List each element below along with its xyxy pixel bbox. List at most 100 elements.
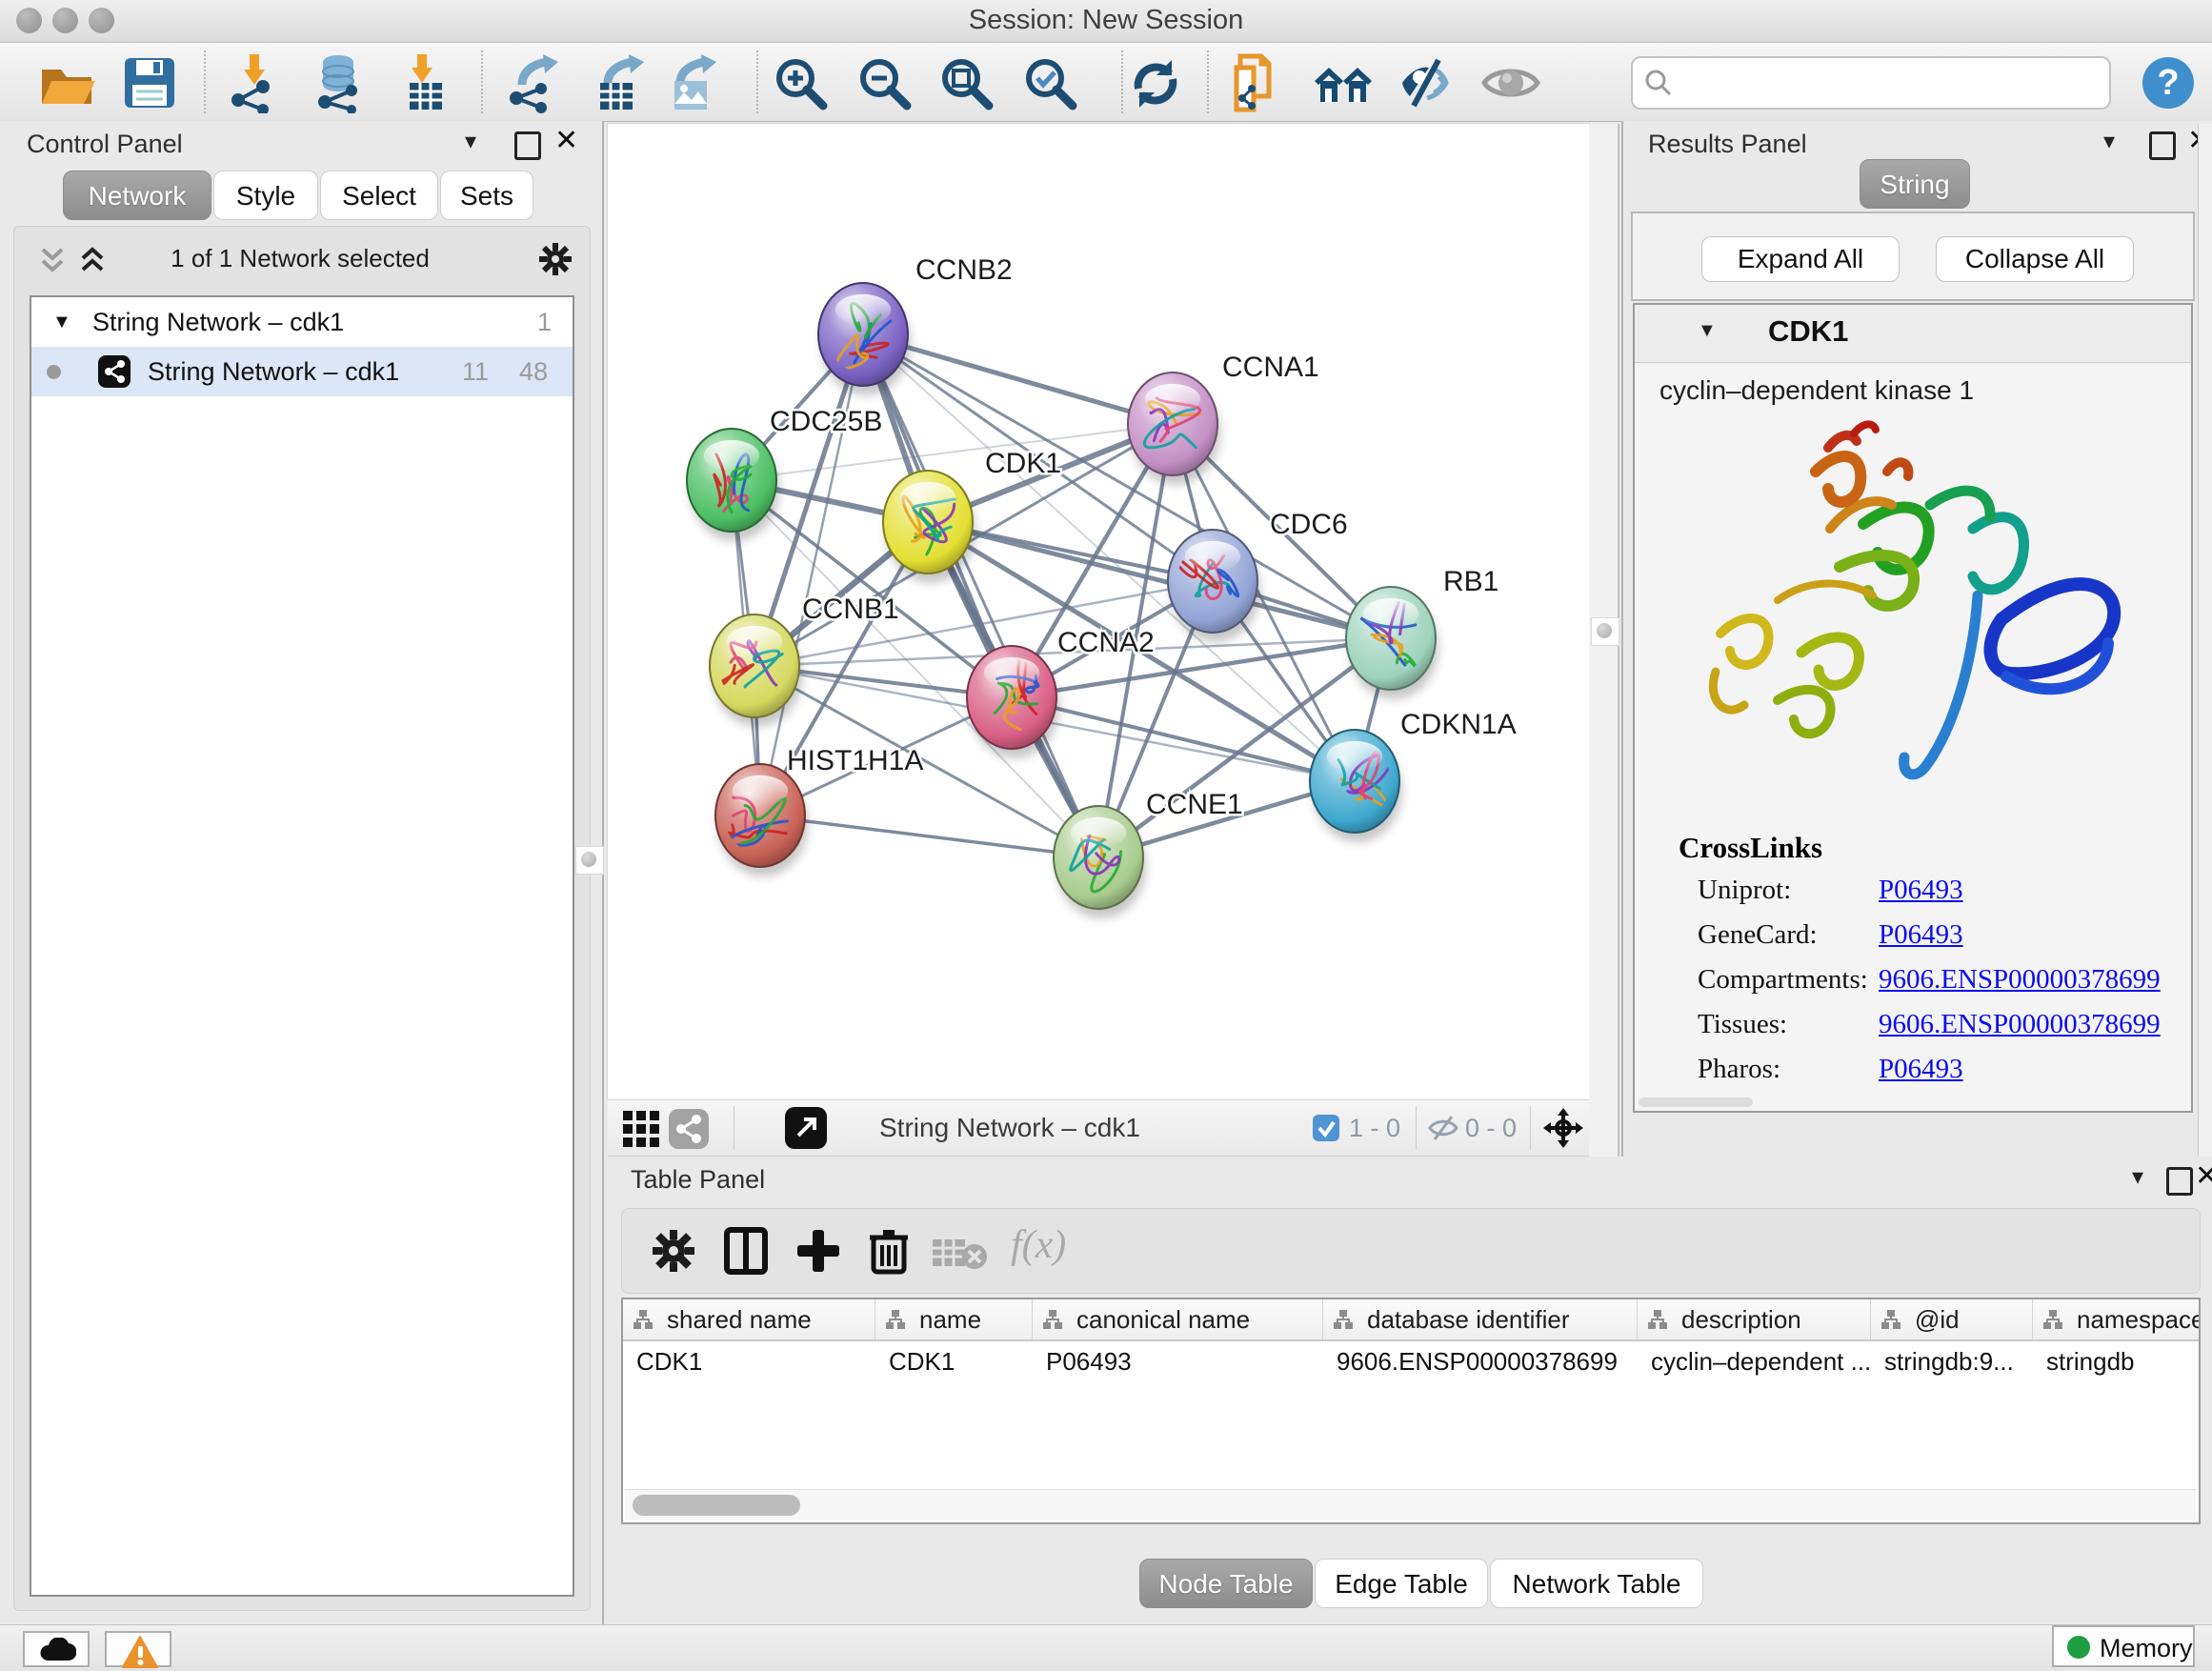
table-cell[interactable]: stringdb [2033,1341,2201,1381]
crosslink-value-link[interactable]: P06493 [1879,875,1963,906]
panel-menu-caret-icon[interactable]: ▾ [465,128,476,155]
search-input[interactable] [1631,56,2111,110]
network-node-CCNB2[interactable] [818,283,908,386]
column-header-description[interactable]: description [1638,1299,1871,1339]
network-share-icon[interactable] [669,1109,709,1149]
delete-column-trash-icon[interactable] [864,1226,914,1276]
table-cell[interactable]: cyclin–dependent ... [1638,1341,1871,1381]
table-hscrollbar-thumb[interactable] [633,1495,800,1516]
export-network-file-icon[interactable] [503,52,564,113]
right-splitter-handle[interactable] [1591,617,1619,646]
table-hscrollbar[interactable] [625,1489,2197,1520]
cloud-status-button[interactable] [23,1631,90,1667]
results-controls-box: Expand All Collapse All [1631,211,2195,301]
network-node-CDC25B[interactable] [687,429,776,532]
network-collection-row[interactable]: ▼ String Network – cdk1 1 [31,297,573,347]
table-cell[interactable]: CDK1 [875,1341,1033,1381]
zoom-selected-icon[interactable] [1019,52,1080,113]
network-node-CCNA2[interactable] [967,646,1056,749]
window-title: Session: New Session [0,5,2212,36]
zoom-in-icon[interactable] [770,52,831,113]
show-all-eye-icon[interactable] [1480,52,1541,113]
expand-all-button[interactable]: Expand All [1701,236,1900,282]
column-header-namespace[interactable]: namespace [2033,1299,2201,1339]
open-session-button[interactable] [36,52,97,113]
column-header-canonicalname[interactable]: canonical name [1033,1299,1323,1339]
import-network-database-icon[interactable] [310,52,371,113]
table-row[interactable]: CDK1CDK1P064939606.ENSP00000378699cyclin… [623,1341,2201,1381]
control-panel-title: Control Panel [27,130,183,159]
network-node-CDKN1A[interactable] [1310,730,1399,833]
network-node-CCNA1[interactable] [1128,372,1217,475]
gene-card-header[interactable]: ▼ CDK1 [1635,305,2191,363]
memory-button[interactable]: Memory [2052,1625,2195,1667]
panel-menu-caret-icon[interactable]: ▾ [2132,1163,2143,1191]
table-cell[interactable]: stringdb:9... [1871,1341,2033,1381]
node-table[interactable]: shared namenamecanonical namedatabase id… [621,1298,2201,1524]
show-columns-icon[interactable] [721,1226,771,1276]
tab-select[interactable]: Select [320,171,438,220]
column-header-id[interactable]: @id [1871,1299,2033,1339]
table-cell[interactable]: P06493 [1033,1341,1323,1381]
tree-expand-caret-icon[interactable]: ▼ [52,297,71,347]
column-header-databaseidentifier[interactable]: database identifier [1323,1299,1638,1339]
crosslink-value-link[interactable]: 9606.ENSP00000378699 [1879,1009,2161,1040]
open-in-window-icon[interactable] [785,1107,827,1149]
tab-edge-table[interactable]: Edge Table [1315,1559,1488,1608]
network-row-selected[interactable]: String Network – cdk1 11 48 [31,347,573,396]
table-cell[interactable]: CDK1 [623,1341,875,1381]
network-node-HIST1H1A[interactable] [715,764,805,867]
import-network-file-icon[interactable] [225,52,286,113]
network-node-CDC6[interactable] [1168,530,1257,633]
network-node-CDK1[interactable] [883,471,973,574]
import-table-file-icon[interactable] [394,52,455,113]
panel-close-icon[interactable]: ✕ [554,124,578,157]
collapse-all-networks-icon[interactable] [35,244,70,278]
add-column-plus-icon[interactable] [794,1226,843,1276]
column-header-name[interactable]: name [875,1299,1033,1339]
selected-checkbox-icon[interactable] [1313,1115,1339,1141]
hide-selected-eye-slash-icon[interactable] [1397,52,1458,113]
results-panel-title: Results Panel [1648,130,1807,159]
export-image-icon[interactable] [661,52,722,113]
help-button[interactable]: ? [2140,54,2201,115]
network-node-RB1[interactable] [1346,587,1436,690]
tab-node-table[interactable]: Node Table [1139,1559,1313,1608]
network-options-gear-icon[interactable] [536,240,574,278]
zoom-out-icon[interactable] [854,52,915,113]
network-view-canvas[interactable]: CCNB2CCNA1CDC25BCDK1CDC6RB1CCNB1CCNA2CDK… [608,124,1589,1099]
save-session-button[interactable] [119,52,180,113]
zoom-fit-icon[interactable] [935,52,996,113]
column-header-sharedname[interactable]: shared name [623,1299,875,1339]
refresh-icon[interactable] [1125,52,1186,113]
table-settings-gear-icon[interactable] [649,1226,698,1276]
network-label: String Network – cdk1 [148,347,399,396]
crosslink-value-link[interactable]: 9606.ENSP00000378699 [1879,964,2161,996]
tab-network[interactable]: Network [63,171,211,220]
table-cell[interactable]: 9606.ENSP00000378699 [1323,1341,1638,1381]
panel-float-icon[interactable] [2166,1167,2193,1196]
birds-eye-grid-icon[interactable] [623,1111,659,1147]
panel-float-icon[interactable] [2149,131,2176,160]
panel-menu-caret-icon[interactable]: ▾ [2103,128,2115,155]
tab-style[interactable]: Style [213,171,318,220]
export-table-file-icon[interactable] [587,52,648,113]
collapse-all-button[interactable]: Collapse All [1936,236,2134,282]
first-neighbors-icon[interactable] [1227,52,1288,113]
crosslink-value-link[interactable]: P06493 [1879,1054,1963,1085]
pan-crosshair-icon[interactable] [1543,1108,1583,1148]
string-network-graph[interactable]: CCNB2CCNA1CDC25BCDK1CDC6RB1CCNB1CCNA2CDK… [608,124,1589,1099]
network-node-CCNE1[interactable] [1054,806,1143,909]
gene-collapse-caret-icon[interactable]: ▼ [1698,320,1717,342]
home-string-icon[interactable] [1313,52,1374,113]
warning-status-button[interactable] [105,1631,171,1667]
tab-network-table[interactable]: Network Table [1490,1559,1703,1608]
tab-sets[interactable]: Sets [440,171,533,220]
tab-string[interactable]: String [1860,159,1970,209]
results-hscrollbar[interactable] [1639,1097,1753,1107]
panel-float-icon[interactable] [514,131,541,160]
network-node-CCNB1[interactable] [710,614,799,717]
crosslink-value-link[interactable]: P06493 [1879,919,1963,951]
panel-close-icon[interactable]: ✕ [2195,1159,2212,1193]
left-splitter-handle[interactable] [575,846,604,875]
